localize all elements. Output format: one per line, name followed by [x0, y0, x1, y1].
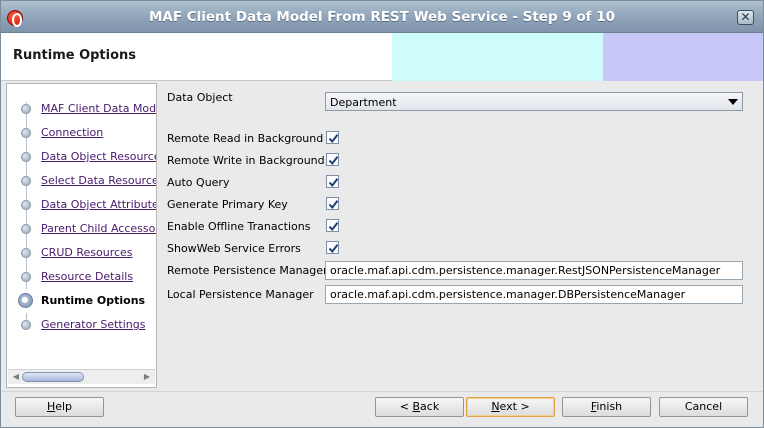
remote-write-row: Remote Write in Background — [167, 151, 367, 171]
auto-query-label: Auto Query — [167, 176, 230, 189]
step-parent-child-accessors[interactable]: Parent Child Accessors — [7, 217, 156, 241]
remote-read-label: Remote Read in Background — [167, 132, 324, 145]
data-object-label: Data Object — [167, 91, 233, 104]
step-label[interactable]: MAF Client Data Model — [41, 102, 156, 115]
enable-offline-transactions-row: Enable Offline Tranactions — [167, 217, 367, 237]
page-header: Runtime Options — [1, 33, 763, 81]
remote-write-label: Remote Write in Background — [167, 154, 325, 167]
local-persistence-field[interactable] — [325, 285, 743, 304]
local-persistence-label: Local Persistence Manager — [167, 288, 314, 301]
step-runtime-options[interactable]: Runtime Options — [7, 289, 156, 313]
remote-persistence-input[interactable] — [326, 262, 742, 279]
header-band-lavender — [603, 33, 763, 81]
local-persistence-input[interactable] — [326, 286, 742, 303]
step-dot-icon — [21, 200, 31, 210]
enable-offline-transactions-checkbox[interactable] — [326, 219, 339, 232]
step-maf-client-data-model[interactable]: MAF Client Data Model — [7, 97, 156, 121]
show-web-service-errors-row: ShowWeb Service Errors — [167, 239, 367, 259]
next-button[interactable]: Next > — [466, 397, 555, 417]
window-title: MAF Client Data Model From REST Web Serv… — [148, 9, 616, 25]
step-label[interactable]: Data Object Resources — [41, 150, 156, 163]
generate-primary-key-label: Generate Primary Key — [167, 198, 288, 211]
data-object-selected-value: Department — [330, 96, 397, 109]
scrollbar-thumb[interactable] — [22, 372, 84, 382]
wizard-steps-panel: MAF Client Data Model Connection Data Ob… — [6, 83, 157, 388]
help-button[interactable]: Help — [15, 397, 104, 417]
wizard-window: MAF Client Data Model From REST Web Serv… — [0, 0, 764, 428]
scroll-left-icon[interactable]: ◀ — [10, 371, 22, 383]
remote-persistence-field[interactable] — [325, 261, 743, 280]
back-button[interactable]: < Back — [375, 397, 464, 417]
step-resource-details[interactable]: Resource Details — [7, 265, 156, 289]
step-label[interactable]: Generator Settings — [41, 318, 145, 331]
finish-button[interactable]: Finish — [562, 397, 651, 417]
step-data-object-resources[interactable]: Data Object Resources — [7, 145, 156, 169]
enable-offline-transactions-label: Enable Offline Tranactions — [167, 220, 311, 233]
step-dot-icon — [21, 152, 31, 162]
step-dot-icon — [21, 272, 31, 282]
remote-persistence-label: Remote Persistence Manager — [167, 264, 328, 277]
runtime-options-form: Data Object Department Remote Read in Ba… — [161, 83, 761, 388]
step-label[interactable]: Parent Child Accessors — [41, 222, 156, 235]
remote-persistence-row: Remote Persistence Manager — [167, 261, 757, 281]
footer-separator — [1, 391, 763, 392]
step-connection[interactable]: Connection — [7, 121, 156, 145]
data-object-row: Data Object Department — [167, 89, 757, 111]
step-dot-icon — [21, 176, 31, 186]
step-dot-icon — [21, 224, 31, 234]
step-dot-icon — [21, 320, 31, 330]
local-persistence-row: Local Persistence Manager — [167, 285, 757, 305]
step-label: Runtime Options — [41, 294, 146, 307]
step-label[interactable]: Resource Details — [41, 270, 133, 283]
generate-primary-key-row: Generate Primary Key — [167, 195, 367, 215]
chevron-down-icon — [728, 99, 738, 105]
generate-primary-key-checkbox[interactable] — [326, 197, 339, 210]
step-dot-icon — [21, 104, 31, 114]
step-dot-icon — [21, 128, 31, 138]
page-title: Runtime Options — [13, 48, 137, 63]
auto-query-checkbox[interactable] — [326, 175, 339, 188]
steps-horizontal-scrollbar[interactable]: ◀ ▶ — [8, 369, 155, 384]
cancel-button[interactable]: Cancel — [659, 397, 748, 417]
step-select-data-resources[interactable]: Select Data Resources — [7, 169, 156, 193]
show-web-service-errors-label: ShowWeb Service Errors — [167, 242, 301, 255]
current-step-icon — [18, 293, 33, 308]
close-button[interactable]: ✕ — [737, 10, 754, 25]
scroll-right-icon[interactable]: ▶ — [141, 371, 153, 383]
step-generator-settings[interactable]: Generator Settings — [7, 313, 156, 337]
auto-query-row: Auto Query — [167, 173, 367, 193]
data-object-select[interactable]: Department — [325, 92, 743, 111]
step-label[interactable]: Select Data Resources — [41, 174, 156, 187]
remote-read-row: Remote Read in Background — [167, 129, 367, 149]
step-label[interactable]: CRUD Resources — [41, 246, 133, 259]
title-bar[interactable]: MAF Client Data Model From REST Web Serv… — [1, 1, 763, 33]
step-crud-resources[interactable]: CRUD Resources — [7, 241, 156, 265]
remote-write-checkbox[interactable] — [326, 153, 339, 166]
step-dot-icon — [21, 248, 31, 258]
step-label[interactable]: Data Object Attributes — [41, 198, 156, 211]
step-data-object-attributes[interactable]: Data Object Attributes — [7, 193, 156, 217]
step-label[interactable]: Connection — [41, 126, 103, 139]
show-web-service-errors-checkbox[interactable] — [326, 241, 339, 254]
remote-read-checkbox[interactable] — [326, 131, 339, 144]
header-band-cyan — [392, 33, 603, 81]
